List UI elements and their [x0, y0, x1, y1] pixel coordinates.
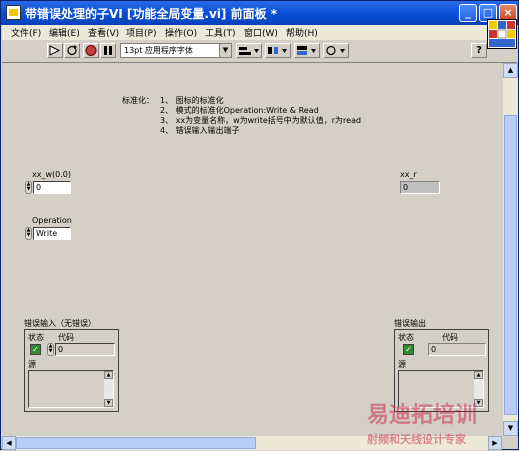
watermark-line-2: 射频和天线设计专家: [367, 433, 466, 446]
increment-decrement-icon[interactable]: ▲ ▼: [25, 181, 32, 194]
font-select[interactable]: 13pt 应用程序字体 ▼: [120, 43, 232, 58]
scroll-up-icon[interactable]: ▲: [474, 371, 483, 379]
vi-icon: [6, 5, 21, 20]
run-continuously-icon[interactable]: [64, 43, 80, 58]
xx-r-value: 0: [400, 181, 440, 194]
xx-w-numeric-control[interactable]: ▲ ▼ 0: [25, 181, 73, 194]
error-out-code-value: 0: [428, 343, 486, 356]
pause-icon[interactable]: [100, 43, 116, 58]
error-in-status-check-icon[interactable]: ✓: [30, 344, 41, 355]
error-in-cluster: 状态 代码 ✓ ▲ ▼ 0 源 ▲ ▼: [24, 329, 119, 412]
menu-help[interactable]: 帮助(H): [286, 26, 318, 39]
error-in-source-text[interactable]: ▲ ▼: [28, 370, 114, 408]
error-in-label: 错误输入（无错误）: [24, 319, 96, 328]
run-arrow-icon[interactable]: [47, 43, 63, 58]
error-out-status-label: 状态: [398, 333, 414, 342]
distribute-objects-icon[interactable]: [265, 43, 291, 58]
context-help-icon[interactable]: ?: [471, 43, 487, 58]
note-line-4: 4、 错误输入输出端子: [160, 126, 240, 135]
increment-decrement-icon[interactable]: ▲ ▼: [25, 227, 32, 240]
error-out-code-label: 代码: [442, 333, 458, 342]
front-panel-canvas: 标准化： 1、 图标的标准化 2、 模式的标准化Operation:Write …: [2, 63, 502, 436]
align-objects-icon[interactable]: [236, 43, 262, 58]
error-in-code-control[interactable]: ▲ ▼ 0: [47, 343, 117, 356]
menu-view[interactable]: 查看(V): [88, 26, 119, 39]
scroll-up-icon[interactable]: ▲: [104, 371, 113, 379]
watermark: 易迪拓培训 射频和天线设计专家: [359, 397, 519, 451]
menu-operate[interactable]: 操作(O): [165, 26, 197, 39]
operation-enum-control[interactable]: ▲ ▼ Write: [25, 227, 73, 240]
error-out-source-label: 源: [398, 360, 406, 369]
menu-project[interactable]: 项目(P): [126, 26, 156, 39]
labview-front-panel-window: 带错误处理的子VI [功能全局变量.vi] 前面板 * _ □ × 文件(F) …: [0, 0, 519, 450]
connector-pane-icon[interactable]: [487, 19, 517, 49]
abort-icon[interactable]: [83, 43, 99, 58]
menu-file[interactable]: 文件(F): [11, 26, 41, 39]
operation-label: Operation: [32, 216, 72, 225]
chevron-down-icon: ▼: [219, 44, 231, 57]
xx-r-label: xx_r: [400, 170, 417, 179]
toolbar: 13pt 应用程序字体 ▼ ?: [2, 40, 517, 63]
error-in-code-label: 代码: [58, 333, 74, 342]
error-out-label: 错误输出: [394, 319, 426, 328]
resize-objects-icon[interactable]: [294, 43, 320, 58]
horizontal-scroll-thumb[interactable]: [16, 437, 256, 449]
menu-edit[interactable]: 编辑(E): [49, 26, 80, 39]
operation-value[interactable]: Write: [33, 227, 71, 240]
font-select-value: 13pt 应用程序字体: [124, 46, 193, 55]
vertical-scroll-thumb[interactable]: [504, 115, 517, 415]
scroll-up-icon[interactable]: ▲: [503, 63, 518, 78]
window-title: 带错误处理的子VI [功能全局变量.vi] 前面板 *: [25, 7, 278, 21]
error-in-code-value[interactable]: 0: [55, 343, 115, 356]
error-in-source-label: 源: [28, 360, 36, 369]
scroll-left-icon[interactable]: ◀: [2, 436, 16, 450]
note-heading: 标准化：: [122, 96, 154, 105]
xx-w-label: xx_w(0.0): [32, 170, 71, 179]
error-in-source-scrollbar[interactable]: ▲ ▼: [104, 371, 113, 407]
menu-tools[interactable]: 工具(T): [205, 26, 236, 39]
reorder-icon[interactable]: [323, 43, 349, 58]
menu-window[interactable]: 窗口(W): [244, 26, 278, 39]
error-out-status-check-icon: ✓: [403, 344, 414, 355]
increment-decrement-icon[interactable]: ▲ ▼: [47, 343, 54, 356]
title-bar[interactable]: 带错误处理的子VI [功能全局变量.vi] 前面板 * _ □ ×: [1, 1, 518, 25]
watermark-line-1: 易迪拓培训: [367, 403, 478, 428]
vertical-scrollbar[interactable]: ▲ ▼: [503, 63, 518, 436]
minimize-button[interactable]: _: [459, 4, 477, 22]
error-in-status-label: 状态: [28, 333, 44, 342]
scroll-down-icon[interactable]: ▼: [104, 399, 113, 407]
menu-bar: 文件(F) 编辑(E) 查看(V) 项目(P) 操作(O) 工具(T) 窗口(W…: [2, 25, 517, 40]
xx-w-value[interactable]: 0: [33, 181, 71, 194]
